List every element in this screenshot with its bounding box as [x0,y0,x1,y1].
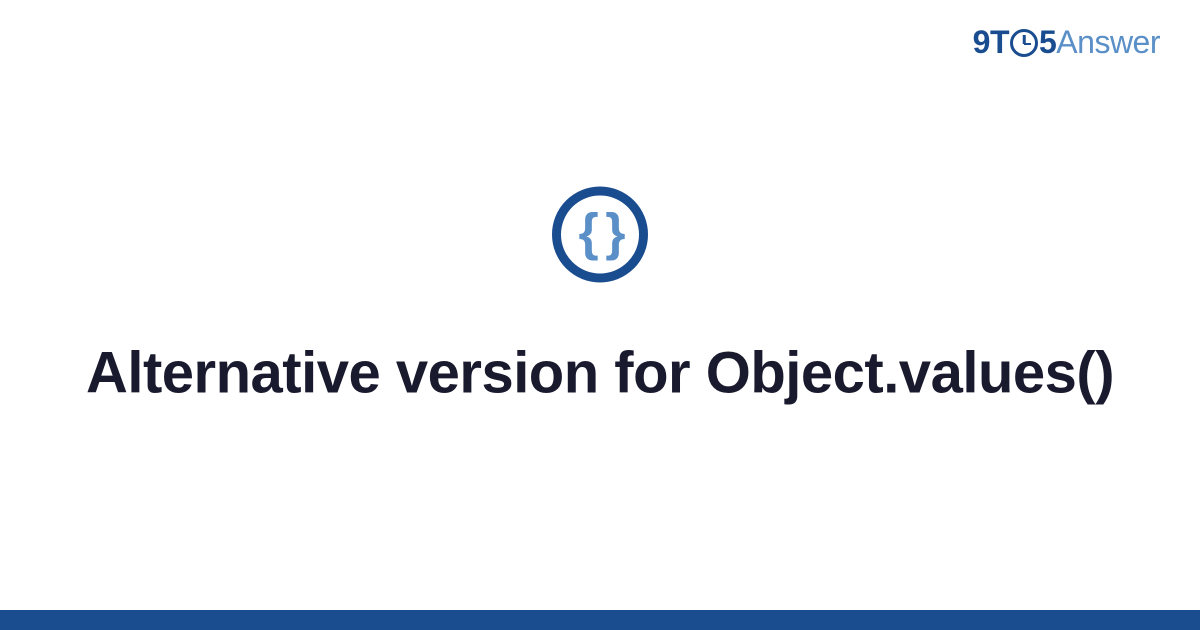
logo-text-answer: Answer [1056,24,1160,60]
logo-text-9t: 9T [973,24,1009,60]
main-content: { } Alternative version for Object.value… [0,186,1200,408]
footer-bar [0,610,1200,630]
logo-text-5: 5 [1039,24,1056,60]
clock-icon [1010,29,1038,57]
site-logo: 9T 5Answer [973,24,1160,61]
braces-icon: { } [579,206,622,258]
topic-icon-circle: { } [552,186,648,282]
page-title: Alternative version for Object.values() [0,338,1200,408]
